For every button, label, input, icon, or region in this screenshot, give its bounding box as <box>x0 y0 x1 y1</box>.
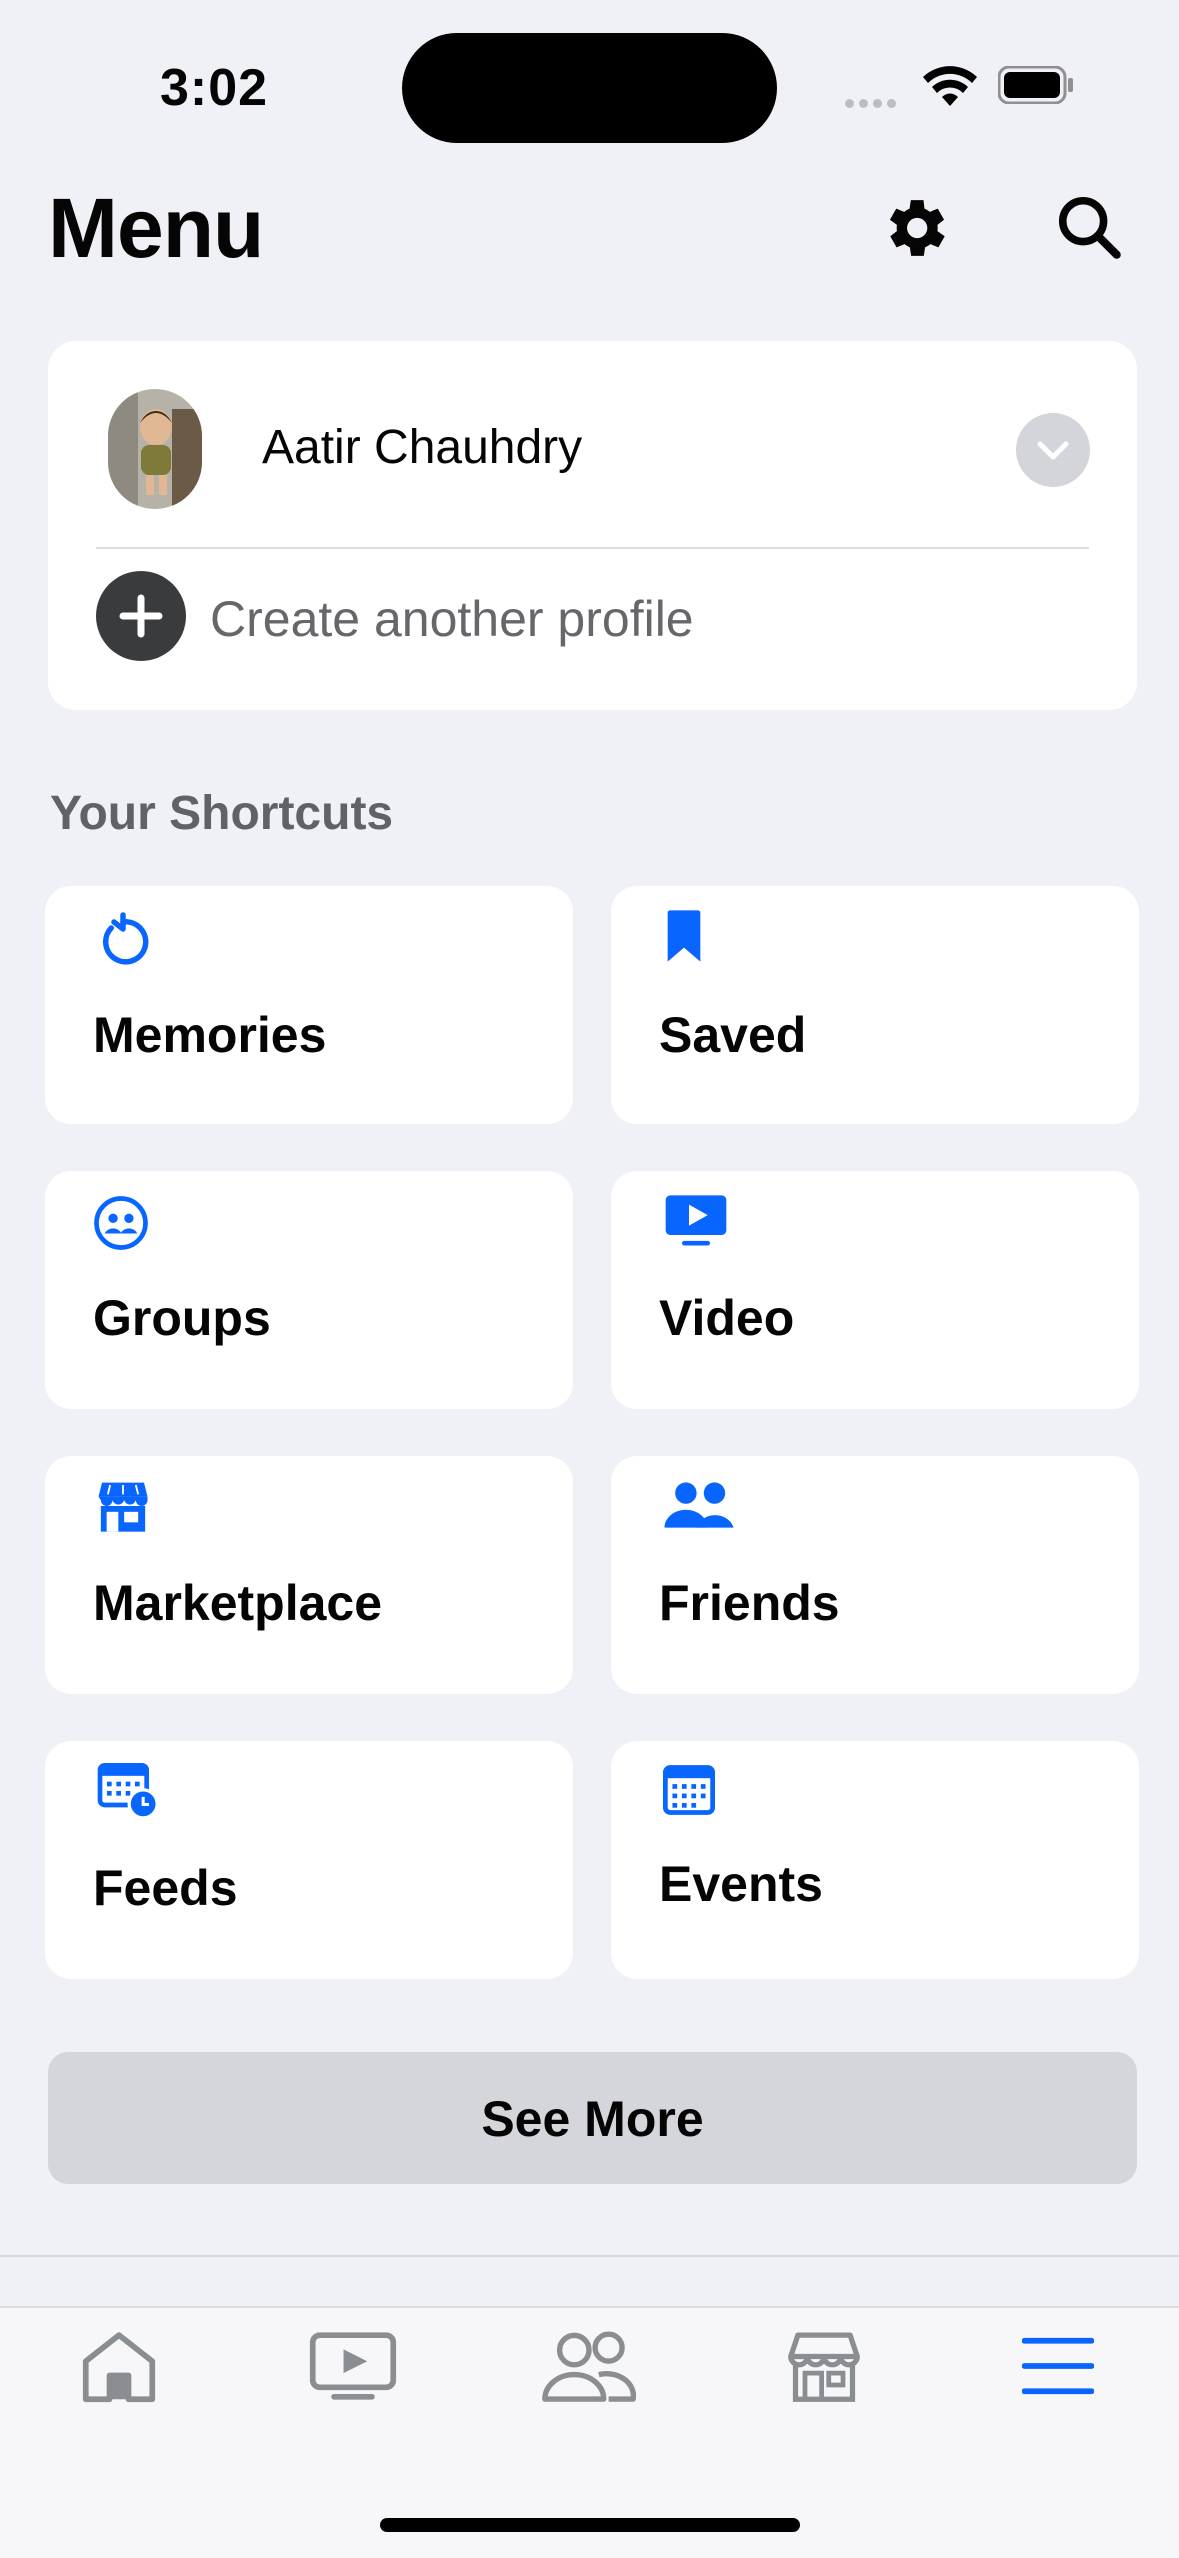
tab-friends[interactable] <box>540 2328 638 2409</box>
wifi-icon <box>922 66 978 113</box>
see-more-label: See More <box>481 2091 704 2147</box>
shortcut-video[interactable]: Video <box>611 1171 1139 1409</box>
shortcuts-title: Your Shortcuts <box>50 787 394 840</box>
feeds-icon <box>97 1763 159 1824</box>
memories-icon <box>93 912 153 977</box>
friends-icon <box>663 1480 735 1535</box>
create-profile-button[interactable]: Create another profile <box>210 590 694 648</box>
video-icon <box>663 1193 729 1254</box>
tab-menu[interactable] <box>1021 2336 1095 2401</box>
shortcut-feeds[interactable]: Feeds <box>45 1741 573 1979</box>
section-divider <box>0 2255 1179 2257</box>
profile-name[interactable]: Aatir Chauhdry <box>262 420 582 475</box>
search-icon[interactable] <box>1054 192 1124 267</box>
tile-label: Video <box>659 1290 795 1346</box>
marketplace-icon <box>788 2332 860 2402</box>
shortcut-memories[interactable]: Memories <box>45 886 573 1124</box>
tile-label: Feeds <box>93 1860 238 1916</box>
see-more-button[interactable]: See More <box>48 2052 1137 2184</box>
profile-card <box>48 341 1137 710</box>
bookmark-icon <box>665 908 703 969</box>
page-title: Menu <box>48 181 264 275</box>
battery-icon <box>997 65 1073 105</box>
dynamic-island <box>402 33 777 143</box>
tile-label: Memories <box>93 1007 327 1063</box>
menu-icon <box>1021 2337 1095 2395</box>
marketplace-icon <box>95 1478 151 1539</box>
tile-label: Events <box>659 1856 823 1912</box>
status-time: 3:02 <box>160 59 269 117</box>
shortcut-groups[interactable]: Groups <box>45 1171 573 1409</box>
groups-icon <box>93 1195 149 1256</box>
tab-home[interactable] <box>76 2328 162 2409</box>
shortcut-friends[interactable]: Friends <box>611 1456 1139 1694</box>
tile-label: Friends <box>659 1575 840 1631</box>
tile-label: Marketplace <box>93 1575 383 1631</box>
shortcut-events[interactable]: Events <box>611 1741 1139 1979</box>
shortcut-saved[interactable]: Saved <box>611 886 1139 1124</box>
plus-icon[interactable] <box>96 571 186 661</box>
tab-marketplace[interactable] <box>786 2328 862 2409</box>
shortcut-marketplace[interactable]: Marketplace <box>45 1456 573 1694</box>
gear-icon[interactable] <box>876 190 952 271</box>
video-icon <box>309 2332 397 2400</box>
tile-label: Saved <box>659 1007 807 1063</box>
friends-icon <box>542 2331 637 2402</box>
calendar-icon <box>663 1765 715 1820</box>
profile-divider <box>96 547 1089 549</box>
home-icon <box>82 2332 156 2403</box>
chevron-down-icon[interactable] <box>1016 413 1090 487</box>
tile-label: Groups <box>93 1290 271 1346</box>
cellular-signal-icon <box>845 95 907 108</box>
avatar[interactable] <box>108 389 202 509</box>
home-indicator[interactable] <box>380 2518 800 2532</box>
tab-video[interactable] <box>308 2328 398 2409</box>
